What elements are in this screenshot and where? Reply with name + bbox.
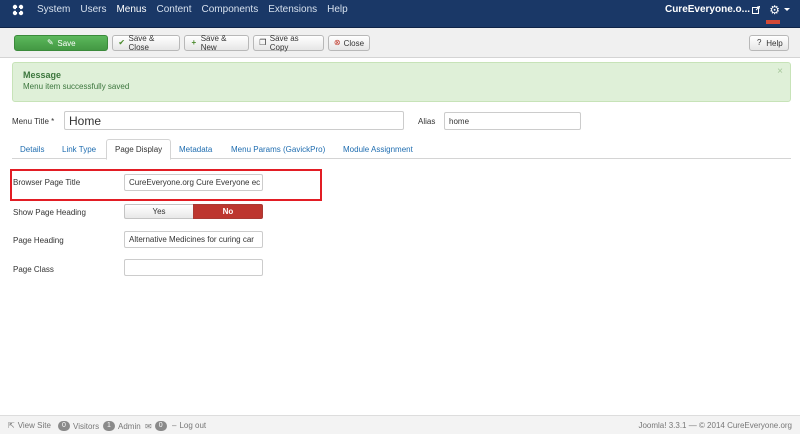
page-heading-label: Page Heading: [13, 236, 64, 245]
message-title: Message: [23, 70, 62, 80]
visitors-label: Visitors: [73, 421, 100, 431]
help-button[interactable]: ? Help: [749, 35, 789, 51]
view-site-link[interactable]: ⇱ View Site: [8, 421, 51, 430]
plus-icon: +: [191, 38, 197, 47]
edit-icon: ✎: [47, 38, 54, 47]
top-navbar: System Users Menus Content Components Ex…: [0, 0, 800, 20]
question-icon: ?: [757, 38, 762, 47]
envelope-icon: ✉: [145, 421, 152, 431]
site-name-link[interactable]: CureEveryone.o...: [665, 4, 750, 15]
admin-status: 1 Admin: [103, 421, 141, 431]
tab-link-type[interactable]: Link Type: [54, 139, 104, 159]
chevron-down-icon: [784, 8, 790, 11]
logout-label: Log out: [179, 421, 207, 430]
tab-module-assignment[interactable]: Module Assignment: [335, 139, 421, 159]
toolbar: ✎ Save ✔ Save & Close + Save & New ❐ Sav…: [0, 28, 800, 58]
show-heading-toggle: Yes No: [124, 204, 263, 219]
tab-menu-params[interactable]: Menu Params (GavickPro): [223, 139, 333, 159]
main-menu: System Users Menus Content Components Ex…: [37, 4, 358, 16]
joomla-logo-icon[interactable]: [11, 3, 25, 17]
page-class-label: Page Class: [13, 265, 54, 274]
page-class-input[interactable]: [124, 259, 263, 276]
admin-label: Admin: [118, 421, 141, 431]
close-button[interactable]: ⊗ Close: [328, 35, 370, 51]
close-icon[interactable]: ×: [777, 66, 783, 77]
menu-components[interactable]: Components: [202, 4, 259, 16]
alias-label: Alias: [418, 117, 436, 126]
menu-system[interactable]: System: [37, 4, 70, 16]
menu-users[interactable]: Users: [80, 4, 106, 16]
cancel-icon: ⊗: [333, 38, 341, 47]
tab-metadata[interactable]: Metadata: [171, 139, 220, 159]
save-button-label: Save: [57, 38, 76, 48]
menu-title-input[interactable]: Home: [64, 111, 404, 130]
save-close-label: Save & Close: [128, 34, 155, 52]
external-link-icon: ⇱: [8, 421, 15, 430]
messages-status: ✉ 0: [145, 421, 167, 431]
visitors-badge: 0: [58, 421, 70, 431]
status-footer: ⇱ View Site 0 Visitors 1 Admin ✉ 0 – Log…: [0, 415, 800, 434]
menu-title-label: Menu Title *: [12, 117, 55, 126]
menu-help[interactable]: Help: [327, 4, 348, 16]
header-accent: [766, 20, 780, 24]
copyright-text: Joomla! 3.3.1 — © 2014 CureEveryone.org: [638, 421, 792, 430]
menu-extensions[interactable]: Extensions: [268, 4, 317, 16]
external-link-icon: [752, 6, 760, 14]
help-label: Help: [766, 38, 783, 48]
save-copy-button[interactable]: ❐ Save as Copy: [253, 34, 324, 52]
tab-bar: Details Link Type Page Display Metadata …: [12, 139, 791, 160]
close-label: Close: [343, 38, 365, 48]
save-new-button[interactable]: + Save & New: [184, 34, 249, 52]
save-button[interactable]: ✎ Save: [14, 35, 108, 51]
tab-details[interactable]: Details: [12, 139, 52, 159]
check-icon: ✔: [118, 38, 126, 47]
browser-title-input[interactable]: CureEveryone.org Cure Everyone ec: [124, 174, 263, 191]
menu-content[interactable]: Content: [156, 4, 191, 16]
menu-menus[interactable]: Menus: [116, 4, 146, 16]
success-message: Message Menu item successfully saved ×: [12, 62, 791, 102]
view-site-label: View Site: [17, 421, 51, 430]
visitors-status: 0 Visitors: [58, 421, 99, 431]
show-heading-yes-button[interactable]: Yes: [124, 204, 193, 219]
save-new-label: Save & New: [200, 34, 227, 52]
admin-badge: 1: [103, 421, 115, 431]
browser-title-label: Browser Page Title: [13, 178, 81, 187]
save-close-button[interactable]: ✔ Save & Close: [112, 34, 180, 52]
gear-icon[interactable]: ⚙: [769, 3, 780, 17]
show-heading-no-button[interactable]: No: [193, 204, 263, 219]
minus-icon: –: [172, 421, 177, 430]
save-copy-label: Save as Copy: [269, 34, 299, 52]
show-heading-label: Show Page Heading: [13, 208, 86, 217]
message-text: Menu item successfully saved: [23, 82, 130, 91]
page-header-strip: [0, 20, 800, 28]
tab-page-display[interactable]: Page Display: [106, 139, 172, 160]
logout-link[interactable]: – Log out: [172, 421, 206, 430]
page-heading-input[interactable]: Alternative Medicines for curing car: [124, 231, 263, 248]
copy-icon: ❐: [259, 38, 267, 47]
messages-badge: 0: [154, 421, 167, 431]
alias-input[interactable]: home: [444, 112, 581, 130]
